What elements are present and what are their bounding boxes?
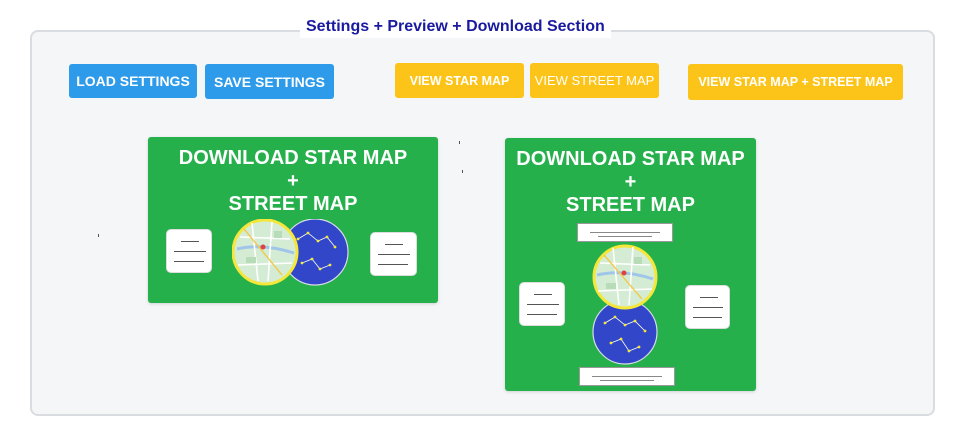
download-star-map-street-map-horizontal[interactable]: DOWNLOAD STAR MAP + STREET MAP (148, 137, 438, 303)
view-street-map-button[interactable]: VIEW STREET MAP (530, 63, 659, 98)
street-map-circle-icon (592, 244, 658, 310)
card-title-line1: DOWNLOAD STAR MAP (178, 147, 408, 169)
maps-preview-horizontal (232, 219, 349, 286)
info-card-right (685, 285, 730, 329)
download-star-map-street-map-vertical[interactable]: DOWNLOAD STAR MAP + STREET MAP (505, 138, 756, 391)
card-title-line2: + (624, 171, 637, 193)
view-star-map-button[interactable]: VIEW STAR MAP (395, 63, 524, 98)
maps-preview-vertical (592, 244, 658, 365)
info-card-right (370, 232, 417, 276)
card-title-line3: STREET MAP (566, 194, 695, 216)
load-settings-button[interactable]: LOAD SETTINGS (69, 64, 197, 98)
street-map-circle-icon (232, 219, 299, 286)
card-title-line2: + (287, 170, 299, 192)
section-title: Settings + Preview + Download Section (300, 16, 611, 38)
stray-mark (98, 234, 99, 237)
info-strip-bottom (579, 367, 675, 386)
info-card-left (519, 282, 565, 326)
stray-mark (462, 170, 463, 173)
card-title-line1: DOWNLOAD STAR MAP (516, 148, 745, 170)
save-settings-button[interactable]: SAVE SETTINGS (205, 64, 334, 99)
info-card-left (166, 229, 212, 273)
info-strip-top (577, 223, 673, 242)
card-title-line3: STREET MAP (228, 193, 358, 215)
star-map-circle-icon (592, 299, 658, 365)
view-star-and-street-map-button[interactable]: VIEW STAR MAP + STREET MAP (688, 64, 903, 100)
stray-mark (459, 141, 460, 144)
